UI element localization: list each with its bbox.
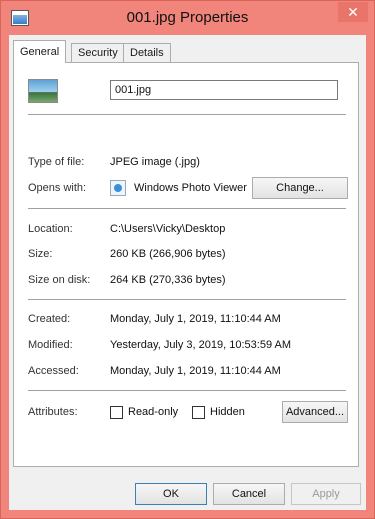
title-bar[interactable]: 001.jpg Properties ✕	[1, 1, 374, 35]
size-on-disk-value: 264 KB (270,336 bytes)	[110, 274, 226, 286]
created-label: Created:	[28, 313, 71, 325]
opens-with-value: Windows Photo Viewer	[134, 182, 247, 194]
close-button[interactable]: ✕	[338, 2, 368, 22]
tab-general[interactable]: General	[13, 40, 67, 63]
ok-button[interactable]: OK	[135, 483, 207, 505]
separator	[28, 114, 346, 115]
advanced-button[interactable]: Advanced...	[282, 401, 348, 423]
cancel-button[interactable]: Cancel	[213, 483, 285, 505]
hidden-checkbox[interactable]	[192, 406, 205, 419]
properties-window: 001.jpg Properties ✕ General Security De…	[0, 0, 375, 519]
tab-security[interactable]: Security	[71, 43, 125, 62]
accessed-value: Monday, July 1, 2019, 11:10:44 AM	[110, 365, 281, 377]
separator	[28, 299, 346, 300]
size-label: Size:	[28, 248, 53, 260]
separator	[28, 208, 346, 209]
size-on-disk-label: Size on disk:	[28, 274, 91, 286]
general-panel: Type of file: JPEG image (.jpg) Opens wi…	[13, 62, 359, 467]
modified-value: Yesterday, July 3, 2019, 10:53:59 AM	[110, 339, 292, 351]
read-only-label[interactable]: Read-only	[128, 406, 178, 418]
separator	[28, 390, 346, 391]
size-value: 260 KB (266,906 bytes)	[110, 248, 226, 260]
attributes-label: Attributes:	[28, 406, 78, 418]
read-only-checkbox[interactable]	[110, 406, 123, 419]
change-button[interactable]: Change...	[252, 177, 348, 199]
type-value: JPEG image (.jpg)	[110, 156, 200, 168]
type-label: Type of file:	[28, 156, 85, 168]
tab-details[interactable]: Details	[123, 43, 171, 62]
accessed-label: Accessed:	[28, 365, 79, 377]
hidden-label[interactable]: Hidden	[210, 406, 245, 418]
apply-button[interactable]: Apply	[291, 483, 361, 505]
location-value: C:\Users\Vicky\Desktop	[110, 223, 226, 235]
file-name-input[interactable]	[110, 80, 338, 100]
modified-label: Modified:	[28, 339, 73, 351]
photo-viewer-icon	[110, 180, 126, 196]
window-title: 001.jpg Properties	[126, 9, 249, 26]
created-value: Monday, July 1, 2019, 11:10:44 AM	[110, 313, 281, 325]
dialog-body: General Security Details Type of file: J…	[9, 35, 366, 510]
image-thumbnail-icon	[28, 79, 58, 103]
location-label: Location:	[28, 223, 73, 235]
opens-with-label: Opens with:	[28, 182, 87, 194]
